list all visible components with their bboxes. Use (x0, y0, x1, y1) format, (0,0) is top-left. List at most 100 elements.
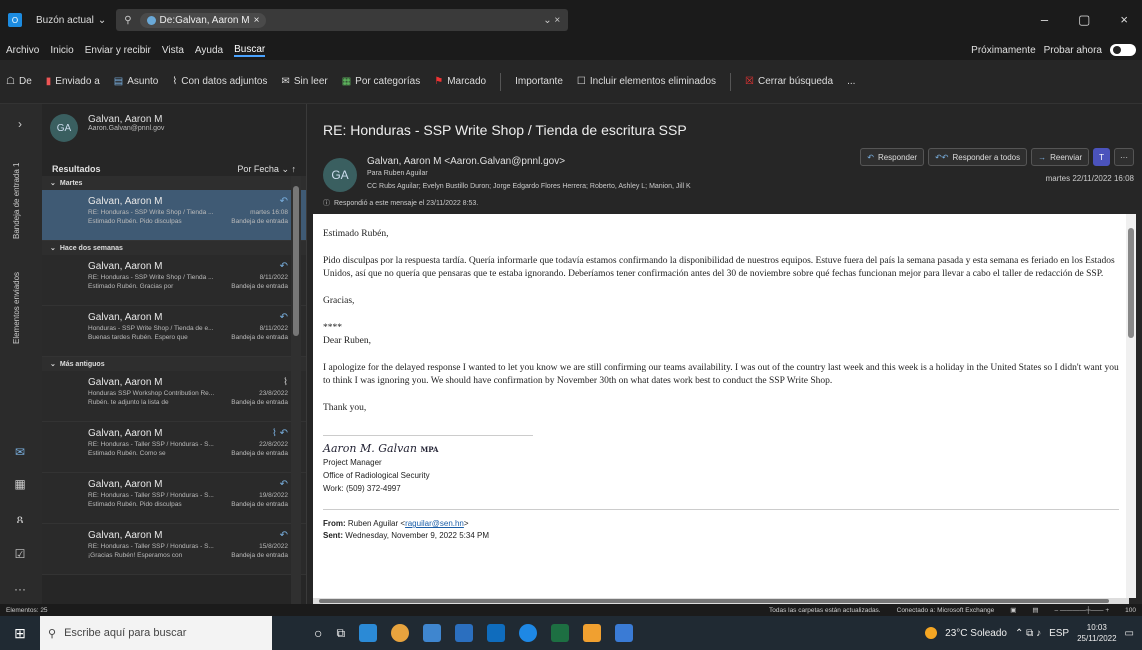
list-item[interactable]: Galvan, Aaron M Honduras - SSP Write Sho… (42, 306, 306, 357)
body-scrollbar-thumb[interactable] (1128, 228, 1134, 338)
group-label: Más antiguos (59, 360, 105, 368)
contact-card: GA Galvan, Aaron M Aaron.Galvan@pnnl.gov (42, 104, 306, 162)
from-filter-button[interactable]: ☖ De (6, 76, 32, 87)
windows-start-icon[interactable]: ⊞ (0, 625, 40, 642)
categories-filter-button[interactable]: ▦ Por categorías (342, 76, 421, 87)
more-options-button[interactable]: ... (847, 76, 855, 87)
close-icon[interactable]: × (254, 15, 260, 26)
include-deleted-label: Incluir elementos eliminados (589, 76, 717, 87)
search-icon: ⚲ (48, 627, 57, 640)
menu-inicio[interactable]: Inicio (50, 45, 73, 56)
edge-icon[interactable] (519, 624, 538, 642)
body-hscrollbar-thumb[interactable] (319, 599, 1109, 603)
flagged-filter-button[interactable]: ⚑ Marcado (434, 76, 486, 87)
people-icon[interactable]: ጸ (10, 509, 30, 529)
reading-view-icon[interactable]: ▤ (1032, 606, 1038, 614)
subject-filter-button[interactable]: ▤ Asunto (114, 76, 159, 87)
list-item[interactable]: Galvan, Aaron M RE: Honduras - Taller SS… (42, 524, 306, 575)
group-label: Martes (59, 179, 83, 187)
close-window-button[interactable]: × (1120, 12, 1128, 28)
notifications-icon[interactable]: ▭ (1125, 628, 1134, 639)
list-scrollbar-thumb[interactable] (293, 186, 299, 336)
message-body: Estimado Rubén, Pido disculpas por la re… (313, 214, 1129, 598)
results-label: Resultados (52, 164, 101, 174)
reply-all-button[interactable]: ↶↶ Responder a todos (928, 148, 1028, 166)
mail-date: 8/11/2022 (259, 325, 288, 332)
quoted-from-email-link[interactable]: raguilar@sen.hn (405, 519, 464, 528)
normal-view-icon[interactable]: ▣ (1010, 606, 1016, 614)
teams-icon[interactable]: T (1093, 148, 1110, 166)
calendar-icon[interactable]: ▦ (10, 474, 30, 494)
zoom-slider[interactable]: – ————┼—— + (1055, 607, 1110, 614)
expand-chevron-icon[interactable]: › (10, 114, 30, 134)
signature-name: Aaron M. Galvan MPA (323, 442, 1119, 456)
chevron-down-icon: ⌄ (50, 361, 56, 368)
chrome-icon[interactable] (391, 624, 410, 642)
checkbox-icon: ☐ (576, 76, 586, 87)
search-chip[interactable]: De:Galvan, Aaron M × (139, 12, 267, 28)
reply-button[interactable]: ↶ Responder (860, 148, 925, 166)
categories-icon: ▦ (341, 76, 352, 87)
important-filter-button[interactable]: Importante (515, 76, 563, 87)
app-icon[interactable] (583, 624, 602, 642)
clock-date: 25/11/2022 (1077, 634, 1117, 643)
reply-label: Responder (877, 152, 918, 162)
search-scope-dropdown[interactable]: Buzón actual ⌄ (36, 15, 106, 26)
replied-info[interactable]: ⓘ Respondió a este mensaje el 23/11/2022 … (323, 198, 478, 208)
cortana-icon[interactable]: ○ (314, 625, 322, 641)
tasks-icon[interactable]: ☑ (10, 544, 30, 564)
mail-from: Galvan, Aaron M (88, 530, 163, 541)
app-icon[interactable] (423, 624, 442, 642)
include-deleted-checkbox[interactable]: ☐ Incluir elementos eliminados (577, 76, 716, 87)
try-now-toggle[interactable] (1110, 44, 1136, 56)
app-icon[interactable] (615, 624, 634, 642)
folder-sent-label[interactable]: Elementos enviados (12, 254, 21, 344)
maximize-button[interactable]: ▢ (1078, 12, 1090, 28)
menu-ayuda[interactable]: Ayuda (195, 45, 223, 56)
sort-dropdown[interactable]: Por Fecha ⌄ ↑ (237, 164, 296, 175)
greeting-es: Estimado Rubén, (323, 229, 389, 239)
search-box[interactable]: ⚲ De:Galvan, Aaron M × ⌄ × (116, 9, 569, 31)
mail-from: Galvan, Aaron M (88, 377, 163, 388)
sender-line[interactable]: Galvan, Aaron M <Aaron.Galvan@pnnl.gov> (367, 156, 565, 167)
mail-icon[interactable]: ✉ (10, 442, 30, 462)
clock[interactable]: 10:03 25/11/2022 (1077, 622, 1116, 644)
sender-avatar[interactable]: GA (323, 158, 357, 192)
group-header[interactable]: ⌄ Más antiguos (42, 357, 306, 371)
app-icon[interactable] (359, 624, 378, 642)
contact-email[interactable]: Aaron.Galvan@pnnl.gov (88, 125, 164, 132)
list-item[interactable]: Galvan, Aaron M RE: Honduras - SSP Write… (42, 255, 306, 306)
language-indicator[interactable]: ESP (1049, 628, 1069, 639)
weather-text[interactable]: 23°C Soleado (945, 628, 1007, 639)
list-item[interactable]: Galvan, Aaron M RE: Honduras - SSP Write… (42, 190, 306, 241)
more-apps-icon[interactable]: ··· (10, 579, 30, 599)
minimize-button[interactable]: – (1041, 12, 1048, 28)
search-toolbar: ☖ De ▮ Enviado a ▤ Asunto ⌇ Con datos adjunt… (0, 60, 1142, 104)
list-item[interactable]: Galvan, Aaron M Honduras SSP Workshop Co… (42, 371, 306, 422)
menu-archivo[interactable]: Archivo (6, 45, 39, 56)
attachments-filter-button[interactable]: ⌇ Con datos adjuntos (172, 76, 267, 87)
menu-buscar[interactable]: Buscar (234, 44, 266, 57)
more-actions-button[interactable]: ··· (1114, 148, 1134, 166)
sent-to-filter-button[interactable]: ▮ Enviado a (46, 76, 100, 87)
list-item[interactable]: Galvan, Aaron M RE: Honduras - Taller SS… (42, 422, 306, 473)
excel-icon[interactable] (551, 624, 570, 642)
task-view-icon[interactable]: ⧉ (336, 626, 345, 641)
outlook-taskbar-icon[interactable] (487, 624, 506, 642)
folder-inbox-label[interactable]: Bandeja de entrada 1 (12, 144, 21, 239)
list-item[interactable]: Galvan, Aaron M RE: Honduras - Taller SS… (42, 473, 306, 524)
app-icon[interactable] (455, 624, 474, 642)
taskbar-search[interactable]: ⚲ Escribe aquí para buscar (40, 616, 272, 650)
unread-filter-button[interactable]: ✉ Sin leer (281, 76, 327, 87)
group-header[interactable]: ⌄ Martes (42, 176, 306, 190)
paragraph-en: I apologize for the delayed response I w… (323, 363, 1119, 386)
clear-search-icon[interactable]: ⌄ × (543, 15, 560, 26)
menu-vista[interactable]: Vista (162, 45, 184, 56)
group-header[interactable]: ⌄ Hace dos semanas (42, 241, 306, 255)
close-search-button[interactable]: ☒ Cerrar búsqueda (745, 76, 833, 87)
forward-button[interactable]: → Reenviar (1031, 148, 1090, 166)
menu-enviar-recibir[interactable]: Enviar y recibir (85, 45, 151, 56)
quoted-from-end: > (463, 519, 469, 528)
tray-icons[interactable]: ⌃ ⧉ ♪ (1015, 628, 1041, 639)
subject-filter-label: Asunto (127, 76, 159, 87)
